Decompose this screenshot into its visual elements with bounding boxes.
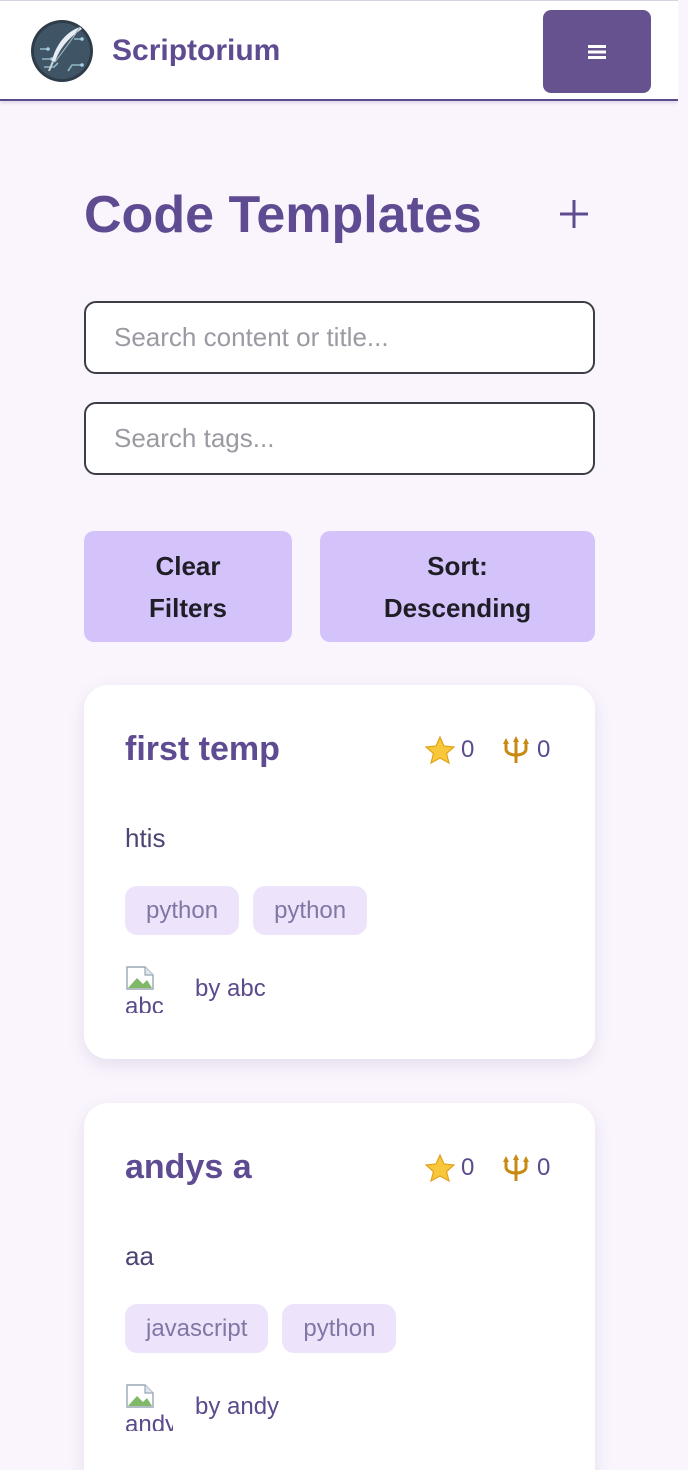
clear-filters-label: Clear Filters: [148, 550, 228, 623]
star-count[interactable]: 0: [425, 735, 474, 765]
template-title[interactable]: andys a: [125, 1147, 252, 1187]
star-count-value: 0: [461, 736, 475, 763]
sort-order-label: Sort: Descending: [383, 550, 532, 623]
author-avatar: andy: [125, 1383, 173, 1431]
fork-count-value: 0: [537, 1154, 551, 1181]
star-icon: [425, 736, 455, 764]
broken-image-icon: [126, 1384, 154, 1408]
template-description: htis: [125, 823, 166, 853]
top-navbar: Scriptorium: [0, 0, 678, 101]
search-content-input[interactable]: [84, 301, 595, 374]
menu-button[interactable]: [543, 10, 651, 93]
avatar-alt-text: abc: [125, 993, 164, 1014]
tag-chip[interactable]: python: [282, 1304, 397, 1353]
star-count[interactable]: 0: [425, 1153, 474, 1183]
tag-list: javascript python: [125, 1304, 397, 1353]
clear-filters-button[interactable]: Clear Filters: [84, 531, 292, 642]
broken-image-icon: [126, 966, 154, 990]
author-row: andy by andy: [125, 1383, 279, 1431]
tag-list: python python: [125, 886, 368, 935]
search-tags-input[interactable]: [84, 402, 595, 475]
template-card[interactable]: andys a 0 0 aa javascript python andy by…: [84, 1103, 595, 1470]
fork-count-value: 0: [537, 736, 551, 763]
author-name[interactable]: by andy: [195, 1393, 279, 1421]
tag-chip[interactable]: python: [253, 886, 368, 935]
fork-count[interactable]: 0: [501, 735, 550, 765]
author-name[interactable]: by abc: [195, 975, 266, 1003]
add-template-button[interactable]: [552, 192, 596, 236]
scriptorium-logo[interactable]: [28, 19, 98, 83]
tag-chip[interactable]: javascript: [125, 1304, 269, 1353]
sort-order-button[interactable]: Sort: Descending: [320, 531, 595, 642]
template-description: aa: [125, 1241, 154, 1271]
author-avatar: abc: [125, 965, 173, 1013]
scrollbar-track[interactable]: [678, 0, 688, 1470]
template-title[interactable]: first temp: [125, 729, 280, 769]
star-icon: [425, 1154, 455, 1182]
brand-name[interactable]: Scriptorium: [112, 33, 280, 69]
star-count-value: 0: [461, 1154, 475, 1181]
fork-count[interactable]: 0: [501, 1153, 550, 1183]
plus-icon: [560, 200, 588, 228]
page-title: Code Templates: [84, 186, 482, 244]
avatar-alt-text: andy: [125, 1411, 173, 1432]
trident-icon: [503, 736, 529, 763]
template-card[interactable]: first temp 0 0 htis python python abc by…: [84, 685, 595, 1059]
trident-icon: [503, 1154, 529, 1181]
page: Scriptorium Code Templates Clear Filters…: [0, 0, 688, 1470]
author-row: abc by abc: [125, 965, 266, 1013]
tag-chip[interactable]: python: [125, 886, 240, 935]
hamburger-icon: [588, 44, 606, 59]
